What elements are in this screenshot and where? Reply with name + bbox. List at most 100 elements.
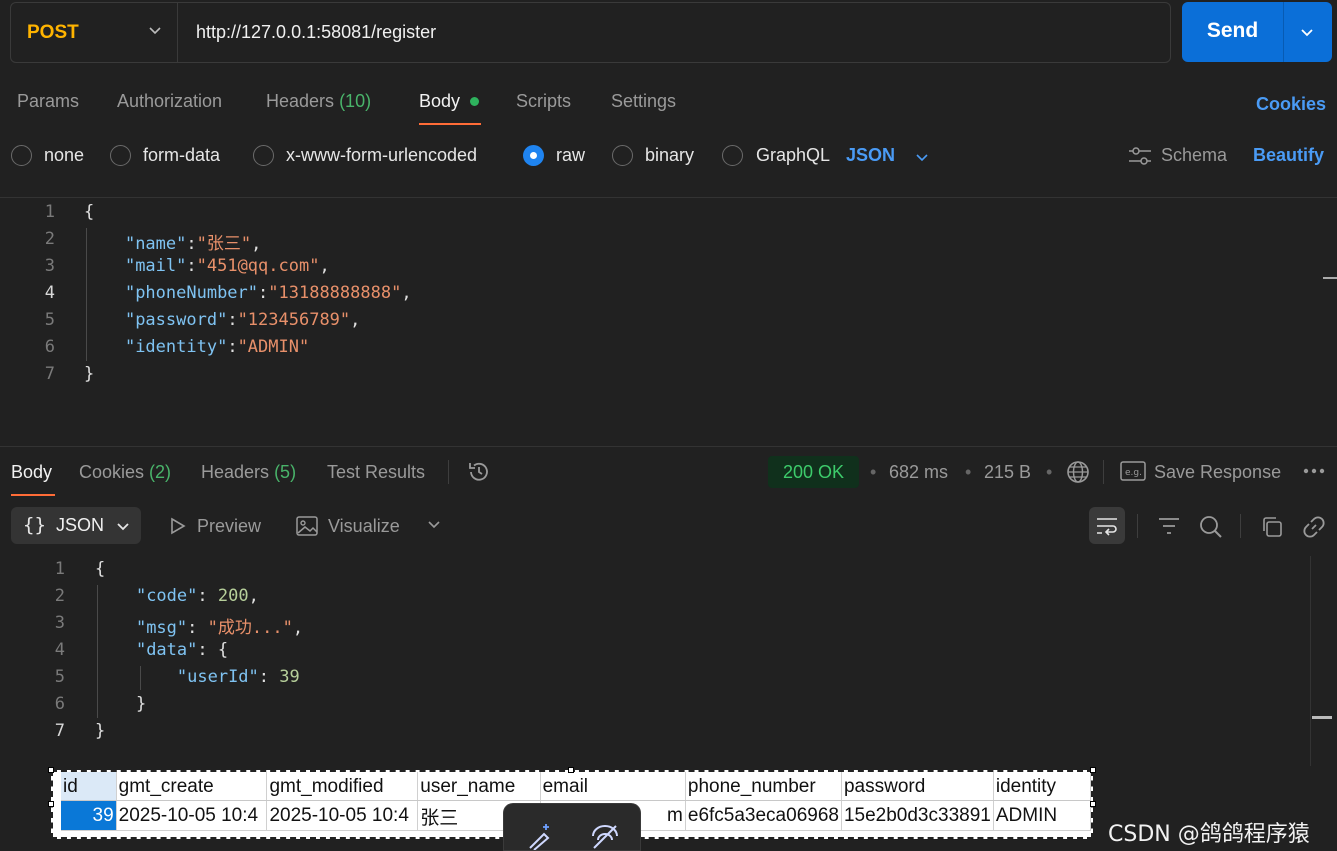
globe-icon[interactable] <box>1065 459 1091 485</box>
code-line: "msg": "成功...", <box>135 618 304 638</box>
response-body-viewer[interactable]: { "code": 200, "msg": "成功...", "data": {… <box>95 559 303 748</box>
column-header: user_name <box>417 772 541 801</box>
request-body-editor[interactable]: { "name":"张三", "mail":"451@qq.com", "pho… <box>84 202 412 391</box>
selection-handle[interactable] <box>48 767 54 773</box>
send-divider <box>1283 2 1284 62</box>
tab-scripts[interactable]: Scripts <box>516 91 571 112</box>
history-icon[interactable] <box>466 459 492 485</box>
tab-body[interactable]: Body <box>419 91 460 112</box>
ocr-icon[interactable] <box>590 822 620 850</box>
line-number: 7 <box>44 364 55 384</box>
radio-none[interactable] <box>11 145 32 166</box>
json-key: "phoneNumber" <box>124 283 259 303</box>
preview-button[interactable]: Preview <box>197 516 261 537</box>
chevron-down-icon[interactable] <box>426 518 442 532</box>
body-modified-dot <box>470 97 479 106</box>
send-button[interactable]: Send <box>1182 2 1332 62</box>
magic-wand-icon[interactable] <box>524 822 554 850</box>
response-format-label: JSON <box>56 515 105 535</box>
svg-text:e.g.: e.g. <box>1125 468 1142 478</box>
selection-handle[interactable] <box>568 767 574 773</box>
json-comma: , <box>319 256 330 276</box>
table-cell: e6fc5a3eca06968 <box>685 800 842 831</box>
search-icon[interactable] <box>1198 514 1224 540</box>
tab-authorization[interactable]: Authorization <box>117 91 222 112</box>
tab-settings[interactable]: Settings <box>611 91 676 112</box>
brace-open: { <box>84 202 95 222</box>
column-header-id: id <box>61 772 117 801</box>
scrollbar-marker[interactable] <box>1312 716 1332 719</box>
json-comma: , <box>251 234 262 254</box>
column-header: gmt_modified <box>266 772 419 801</box>
separator-dot: • <box>1046 462 1053 482</box>
status-badge: 200 OK <box>768 456 859 488</box>
response-tab-test-results[interactable]: Test Results <box>327 462 425 483</box>
method-label: POST <box>27 21 79 43</box>
json-value: 39 <box>279 667 300 687</box>
copy-icon[interactable] <box>1260 515 1284 539</box>
response-tab-body[interactable]: Body <box>11 462 52 483</box>
json-key: "mail" <box>124 256 187 276</box>
response-tab-headers[interactable]: Headers (5) <box>201 462 296 483</box>
json-key: "password" <box>124 310 228 330</box>
language-select[interactable]: JSON <box>846 145 895 166</box>
sliders-icon[interactable] <box>1128 146 1152 166</box>
visualize-button[interactable]: Visualize <box>328 516 400 537</box>
line-number: 1 <box>44 202 55 222</box>
line-number: 6 <box>54 694 65 714</box>
selection-handle[interactable] <box>48 801 54 807</box>
beautify-button[interactable]: Beautify <box>1253 145 1324 166</box>
selection-handle[interactable] <box>1090 801 1096 807</box>
table-cell: 15e2b0d3c33891 <box>841 800 994 831</box>
radio-label-none: none <box>44 145 85 165</box>
radio-graphql[interactable] <box>722 145 743 166</box>
filter-icon[interactable] <box>1157 516 1181 536</box>
response-format-select[interactable]: {} JSON <box>11 507 141 544</box>
json-key: "userId" <box>176 667 259 687</box>
active-tab-indicator <box>11 494 55 496</box>
column-header: password <box>841 772 994 801</box>
radio-urlencoded[interactable] <box>253 145 274 166</box>
code-line: } <box>95 694 147 714</box>
schema-button[interactable]: Schema <box>1161 145 1227 166</box>
divider <box>1240 514 1241 538</box>
code-line: } <box>84 364 412 391</box>
code-line: "mail":"451@qq.com", <box>124 256 330 276</box>
json-comma: , <box>401 283 412 303</box>
chevron-down-icon[interactable] <box>1299 24 1315 40</box>
scrollbar-track[interactable] <box>1310 556 1311 766</box>
code-line: "data": { <box>135 640 229 660</box>
line-number: 2 <box>54 586 65 606</box>
more-options-icon[interactable] <box>1302 466 1326 476</box>
radio-raw[interactable] <box>523 145 544 166</box>
line-number: 4 <box>44 283 55 303</box>
url-input[interactable]: http://127.0.0.1:58081/register <box>196 22 436 43</box>
line-number: 3 <box>54 613 65 633</box>
response-tab-cookies[interactable]: Cookies (2) <box>79 462 171 483</box>
radio-binary[interactable] <box>612 145 633 166</box>
brace-close: } <box>84 364 95 384</box>
link-icon[interactable] <box>1302 515 1326 539</box>
example-icon[interactable]: e.g. <box>1120 460 1146 482</box>
table-cell-id: 39 <box>61 800 117 831</box>
json-key: "msg" <box>135 618 188 638</box>
method-select[interactable]: POST <box>11 3 178 62</box>
divider <box>448 460 449 484</box>
scrollbar-marker[interactable] <box>1323 277 1337 279</box>
image-icon[interactable] <box>295 514 319 538</box>
chevron-down-icon <box>117 523 129 531</box>
table-cell: 2025-10-05 10:4 <box>266 800 419 831</box>
selection-handle[interactable] <box>1090 767 1096 773</box>
chevron-down-icon[interactable] <box>914 149 930 165</box>
pane-divider[interactable] <box>0 446 1337 447</box>
line-number: 2 <box>44 229 55 249</box>
tab-headers[interactable]: Headers (10) <box>266 91 371 112</box>
save-response-button[interactable]: Save Response <box>1154 462 1281 483</box>
cookies-link[interactable]: Cookies <box>1256 94 1326 115</box>
radio-form-data[interactable] <box>110 145 131 166</box>
play-icon[interactable] <box>168 516 188 536</box>
code-line: "phoneNumber":"13188888888", <box>124 283 412 303</box>
column-header: phone_number <box>685 772 842 801</box>
tab-params[interactable]: Params <box>17 91 79 112</box>
wrap-lines-button[interactable] <box>1089 507 1125 544</box>
